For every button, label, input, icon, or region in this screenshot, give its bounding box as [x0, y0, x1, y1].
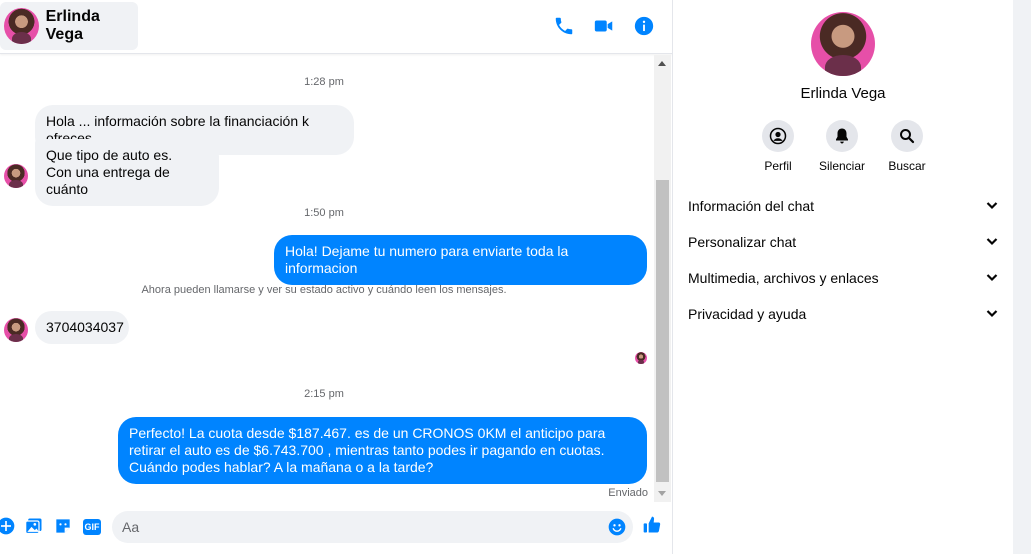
- message-input-container: [112, 511, 633, 543]
- scroll-down-arrow[interactable]: [658, 491, 666, 496]
- search-action-label: Buscar: [888, 159, 926, 173]
- chevron-down-icon: [984, 233, 1000, 252]
- message-input[interactable]: [122, 511, 602, 543]
- scroll-thumb[interactable]: [656, 180, 669, 482]
- message-bubble-incoming[interactable]: 3704034037: [35, 311, 129, 344]
- phone-icon[interactable]: [553, 15, 575, 37]
- chevron-down-icon: [984, 305, 1000, 324]
- info-contact-name: Erlinda Vega: [800, 85, 886, 102]
- chevron-down-icon: [984, 197, 1000, 216]
- profile-action[interactable]: Perfil: [748, 120, 808, 173]
- bell-icon: [826, 120, 858, 152]
- section-customize-chat[interactable]: Personalizar chat: [688, 230, 1000, 254]
- chat-notice: Ahora pueden llamarse y ver su estado ac…: [141, 284, 507, 296]
- composer: GIF: [0, 502, 672, 554]
- info-panel: Erlinda Vega Perfil Silenciar Buscar Inf…: [673, 0, 1013, 554]
- profile-icon: [762, 120, 794, 152]
- contact-name: Erlinda Vega: [45, 8, 100, 43]
- message-list[interactable]: 1:28 pm Hola ... información sobre la fi…: [0, 55, 654, 502]
- section-privacy-help[interactable]: Privacidad y ayuda: [688, 302, 1000, 326]
- video-camera-icon[interactable]: [593, 15, 615, 37]
- profile-avatar[interactable]: [811, 12, 875, 76]
- timestamp: 2:15 pm: [304, 388, 344, 400]
- scroll-up-arrow[interactable]: [658, 61, 666, 66]
- info-icon[interactable]: [633, 15, 655, 37]
- mute-action-label: Silenciar: [818, 159, 866, 173]
- scrollbar[interactable]: [654, 55, 671, 502]
- mute-action[interactable]: Silenciar: [812, 120, 872, 173]
- section-label: Multimedia, archivos y enlaces: [688, 270, 879, 286]
- contact-avatar: [4, 8, 39, 44]
- message-bubble-outgoing[interactable]: Perfecto! La cuota desde $187.467. es de…: [118, 417, 647, 484]
- search-icon: [891, 120, 923, 152]
- thumbs-up-icon[interactable]: [642, 515, 662, 535]
- section-label: Personalizar chat: [688, 234, 797, 250]
- search-action[interactable]: Buscar: [877, 120, 937, 173]
- section-label: Información del chat: [688, 198, 815, 214]
- message-bubble-outgoing[interactable]: Hola! Dejame tu numero para enviarte tod…: [274, 235, 647, 285]
- chat-header: Erlinda Vega: [0, 0, 672, 54]
- sent-status: Enviado: [608, 487, 648, 499]
- section-label: Privacidad y ayuda: [688, 306, 807, 322]
- seen-indicator-avatar: [635, 352, 647, 364]
- section-chat-info[interactable]: Información del chat: [688, 194, 1000, 218]
- section-media-files-links[interactable]: Multimedia, archivos y enlaces: [688, 266, 1000, 290]
- image-icon[interactable]: [24, 516, 44, 536]
- window-edge: [1013, 0, 1031, 554]
- sticker-icon[interactable]: [53, 516, 73, 536]
- chat-panel: Erlinda Vega 1:28 pm Hola ... informació…: [0, 0, 672, 554]
- profile-action-label: Perfil: [764, 159, 792, 173]
- emoji-icon[interactable]: [607, 517, 627, 537]
- plus-icon[interactable]: [0, 516, 16, 536]
- contact-header-button[interactable]: Erlinda Vega: [0, 2, 138, 50]
- contact-avatar-small: [4, 164, 28, 188]
- message-bubble-incoming[interactable]: Que tipo de auto es. Con una entrega de …: [35, 139, 219, 206]
- gif-icon[interactable]: GIF: [83, 519, 101, 535]
- timestamp: 1:50 pm: [304, 207, 344, 219]
- contact-avatar-small: [4, 318, 28, 342]
- chevron-down-icon: [984, 269, 1000, 288]
- timestamp: 1:28 pm: [304, 76, 344, 88]
